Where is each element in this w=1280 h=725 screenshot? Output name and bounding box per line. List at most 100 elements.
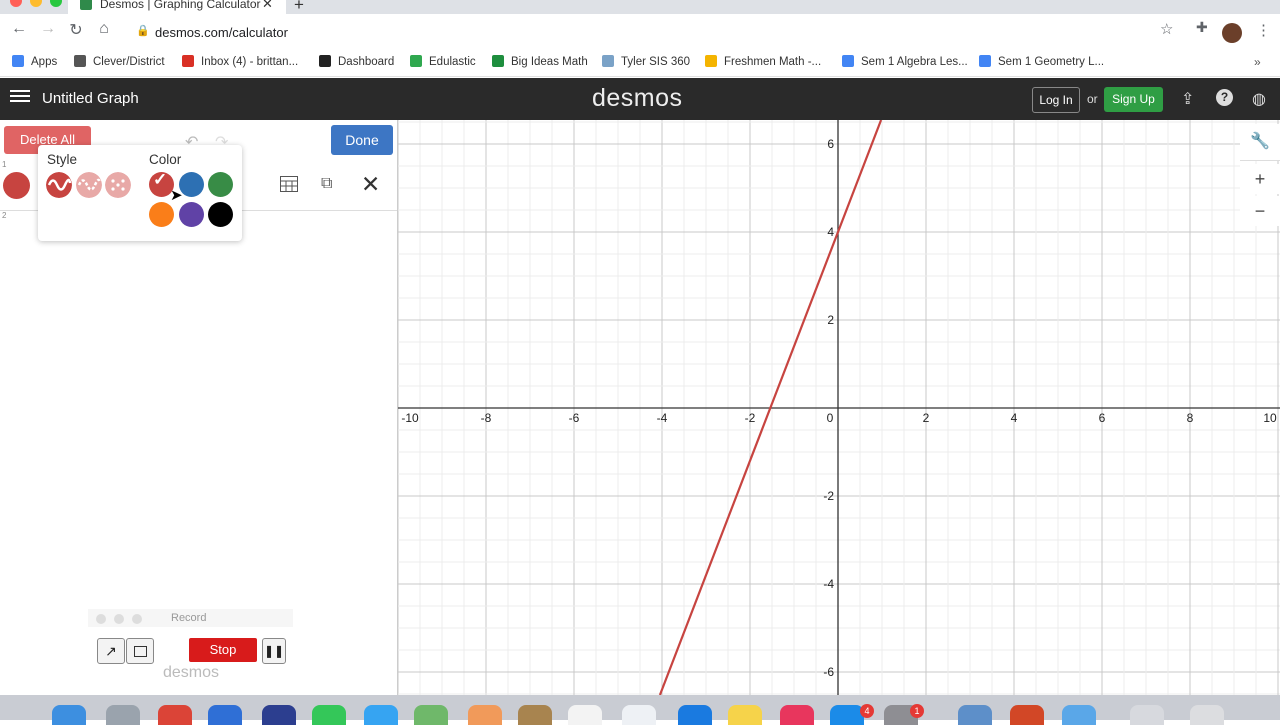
recorder-close-dot[interactable] (96, 614, 106, 624)
zoom-app-icon[interactable] (262, 705, 296, 725)
tick-label: 2 (827, 313, 834, 327)
bookmark-label: Sem 1 Algebra Les... (861, 56, 968, 68)
edulastic-icon (410, 55, 422, 67)
reminders-icon[interactable] (622, 705, 656, 725)
color-green-swatch[interactable] (208, 172, 233, 197)
delete-expression-icon[interactable]: ✕ (361, 171, 380, 198)
done-button[interactable]: Done (331, 125, 393, 155)
color-blue-swatch[interactable] (179, 172, 204, 197)
browser-tab-strip: Desmos | Graphing Calculator ✕ + (0, 0, 1280, 14)
annotate-arrow-icon[interactable]: ↗ (97, 638, 125, 664)
solid-line-style-button[interactable] (46, 172, 72, 198)
trash-icon[interactable] (1190, 705, 1224, 725)
chrome-icon[interactable] (158, 705, 192, 725)
tick-label: -10 (401, 411, 419, 425)
tick-label: 8 (1187, 411, 1194, 425)
convert-to-table-icon[interactable] (280, 176, 298, 192)
bookmark-inbox[interactable]: Inbox (4) - brittan... (182, 55, 298, 68)
bookmarks-bar: Apps Clever/District Inbox (4) - brittan… (0, 50, 1280, 77)
bookmark-edulastic[interactable]: Edulastic (410, 55, 476, 68)
bookmark-label: Freshmen Math -... (724, 56, 822, 68)
apps-grid-icon (12, 55, 24, 67)
facetime-icon[interactable] (312, 705, 346, 725)
calendar-icon[interactable] (568, 705, 602, 725)
bookmark-sem1-algebra[interactable]: Sem 1 Algebra Les... (842, 55, 968, 68)
bookmark-sem1-geometry[interactable]: Sem 1 Geometry L... (979, 55, 1104, 68)
zoom-out-icon[interactable]: − (1240, 196, 1280, 226)
browser-menu-icon[interactable]: ⋮ (1256, 21, 1271, 39)
tick-label: 0 (827, 411, 834, 425)
recorder-zoom-dot[interactable] (132, 614, 142, 624)
zoom-in-icon[interactable]: + (1240, 164, 1280, 194)
graph-paper[interactable]: -10 -8 -6 -4 -2 0 2 4 6 8 10 6 4 2 -2 -4 -6 (398, 120, 1280, 695)
maps-icon[interactable] (414, 705, 448, 725)
stop-recording-button[interactable]: Stop (189, 638, 257, 662)
bookmark-apps[interactable]: Apps (12, 55, 57, 68)
launchpad-icon[interactable] (106, 705, 140, 725)
bookmark-star-icon[interactable]: ☆ (1160, 20, 1173, 38)
share-icon[interactable]: ⇪ (1181, 89, 1194, 109)
finder-icon[interactable] (52, 705, 86, 725)
back-arrow-icon[interactable]: ← (8, 20, 30, 38)
notebook-icon[interactable] (518, 705, 552, 725)
pause-recording-button[interactable]: ❚❚ (262, 638, 286, 664)
profile-avatar[interactable] (1222, 23, 1242, 43)
browser-tab[interactable]: Desmos | Graphing Calculator ✕ (68, 0, 286, 14)
bookmark-dashboard[interactable]: Dashboard (319, 55, 394, 68)
photos-icon[interactable] (468, 705, 502, 725)
color-label: Color (149, 152, 182, 167)
color-purple-swatch[interactable] (179, 202, 204, 227)
help-icon[interactable]: ? (1216, 89, 1233, 106)
bookmark-label: Inbox (4) - brittan... (201, 56, 299, 68)
hamburger-menu-icon[interactable] (10, 87, 30, 107)
wrench-settings-icon[interactable]: 🔧 (1240, 124, 1280, 161)
selected-check-icon: ✓ (153, 170, 168, 189)
dotted-line-style-button[interactable] (105, 172, 131, 198)
extensions-puzzle-icon[interactable]: ✚ (1196, 19, 1208, 36)
forward-arrow-icon[interactable]: → (37, 20, 59, 38)
bookmark-big-ideas[interactable]: Big Ideas Math (492, 55, 588, 68)
annotate-rectangle-icon[interactable] (126, 638, 154, 664)
more-bookmarks-icon[interactable]: » (1254, 55, 1261, 69)
bookmark-label: Dashboard (338, 56, 395, 68)
docs-icon (842, 55, 854, 67)
bookmark-tyler[interactable]: Tyler SIS 360 (602, 55, 690, 68)
bookmark-freshmen-math[interactable]: Freshmen Math -... (705, 55, 821, 68)
dashed-line-style-button[interactable] (76, 172, 102, 198)
recorder-minimize-dot[interactable] (114, 614, 124, 624)
notes-icon[interactable] (728, 705, 762, 725)
folder-icon[interactable] (958, 705, 992, 725)
music-icon[interactable] (780, 705, 814, 725)
globe-language-icon[interactable]: ◍ (1252, 89, 1266, 109)
close-window-button[interactable] (10, 0, 22, 7)
bank-icon (74, 55, 86, 67)
home-icon[interactable]: ⌂ (93, 20, 115, 38)
downloads-icon[interactable] (1130, 705, 1164, 725)
bookmark-clever[interactable]: Clever/District (74, 55, 165, 68)
mail-icon[interactable] (678, 705, 712, 725)
expression-row-number: 1 (2, 160, 7, 169)
sign-up-button[interactable]: Sign Up (1104, 87, 1163, 112)
expression-color-swatch[interactable] (3, 172, 30, 199)
zoom-window-button[interactable] (50, 0, 62, 7)
app-store-icon[interactable] (830, 705, 864, 725)
minimize-window-button[interactable] (30, 0, 42, 7)
tick-label: -4 (823, 577, 834, 591)
screen-recorder-icon[interactable] (1062, 705, 1096, 725)
powerpoint-icon[interactable] (1010, 705, 1044, 725)
close-tab-icon[interactable]: ✕ (262, 0, 273, 12)
reload-icon[interactable]: ↻ (65, 20, 87, 40)
color-black-swatch[interactable] (208, 202, 233, 227)
log-in-button[interactable]: Log In (1032, 87, 1080, 113)
new-tab-button[interactable]: + (294, 0, 304, 15)
bookmark-label: Tyler SIS 360 (621, 56, 691, 68)
address-bar[interactable]: 🔒 desmos.com/calculator (126, 18, 1186, 46)
tyler-icon (602, 55, 614, 67)
color-orange-swatch[interactable] (149, 202, 174, 227)
preview-icon[interactable] (208, 705, 242, 725)
graph-title[interactable]: Untitled Graph (42, 90, 139, 107)
tick-label: -2 (823, 489, 834, 503)
safari-icon[interactable] (364, 705, 398, 725)
drive-icon (705, 55, 717, 67)
duplicate-icon[interactable]: ⧉ (321, 175, 332, 193)
